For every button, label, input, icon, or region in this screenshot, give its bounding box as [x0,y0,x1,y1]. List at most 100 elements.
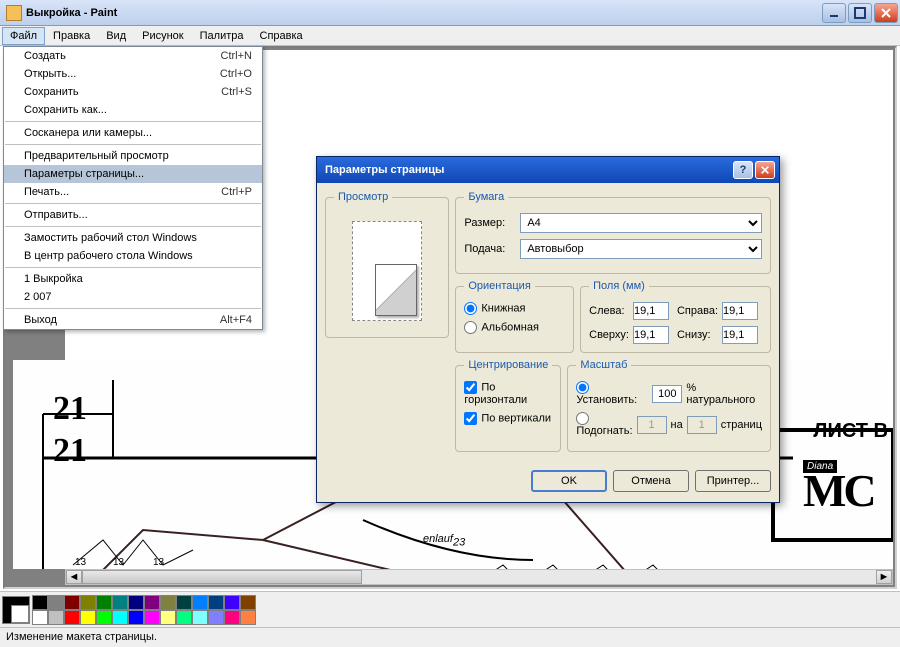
menu-center-desktop[interactable]: В центр рабочего стола Windows [4,247,262,265]
margin-right-input[interactable] [722,302,758,320]
status-bar: Изменение макета страницы. [0,627,900,647]
menu-print[interactable]: Печать...Ctrl+P [4,183,262,201]
close-button[interactable] [874,3,898,23]
menu-print-preview[interactable]: Предварительный просмотр [4,147,262,165]
printer-button[interactable]: Принтер... [695,470,771,492]
menu-from-scanner[interactable]: Сосканера или камеры... [4,124,262,142]
margin-bottom-label: Снизу: [677,329,718,341]
menu-recent-2[interactable]: 2 007 [4,288,262,306]
color-swatch[interactable] [224,595,240,610]
color-swatch[interactable] [32,610,48,625]
menu-recent-1[interactable]: 1 Выкройка [4,270,262,288]
margin-left-label: Слева: [589,305,629,317]
ok-button[interactable]: OK [531,470,607,492]
menubar: Файл Правка Вид Рисунок Палитра Справка [0,26,900,46]
landscape-radio[interactable]: Альбомная [464,321,539,334]
color-swatch[interactable] [144,595,160,610]
menu-open[interactable]: Открыть...Ctrl+O [4,65,262,83]
margin-top-input[interactable] [633,326,669,344]
maximize-button[interactable] [848,3,872,23]
file-menu-dropdown: СоздатьCtrl+N Открыть...Ctrl+O Сохранить… [3,46,263,330]
fit-mid-label: на [671,419,683,431]
color-swatch[interactable] [240,610,256,625]
dialog-help-button[interactable]: ? [733,161,753,179]
paper-size-select[interactable]: A4 [520,213,762,233]
margin-left-input[interactable] [633,302,669,320]
color-swatch[interactable] [48,610,64,625]
color-swatch[interactable] [208,610,224,625]
menu-separator [5,308,261,309]
color-swatch[interactable] [160,595,176,610]
menu-exit[interactable]: ВыходAlt+F4 [4,311,262,329]
color-swatch[interactable] [80,610,96,625]
menu-image[interactable]: Рисунок [134,27,192,45]
small-num: 13 [153,557,164,568]
minimize-button[interactable] [822,3,846,23]
color-swatch[interactable] [176,595,192,610]
scroll-track[interactable] [82,570,876,584]
scroll-left-button[interactable]: ◄ [66,570,82,584]
menu-colors[interactable]: Палитра [192,27,252,45]
center-vert-checkbox[interactable]: По вертикали [464,412,551,425]
color-swatch[interactable] [240,595,256,610]
color-swatch[interactable] [144,610,160,625]
fit-pages-h-input [687,416,717,434]
menu-tile-desktop[interactable]: Замостить рабочий стол Windows [4,229,262,247]
center-horiz-checkbox[interactable]: По горизонтали [464,381,552,406]
color-swatch[interactable] [96,610,112,625]
color-swatch[interactable] [96,595,112,610]
window-title: Выкройка - Paint [26,7,822,19]
page-setup-dialog: Параметры страницы ? Просмотр Бумага Раз… [316,156,780,503]
menu-help[interactable]: Справка [252,27,311,45]
color-swatch[interactable] [80,595,96,610]
scale-set-radio[interactable]: Установить: [576,381,648,406]
color-swatch[interactable] [64,610,80,625]
horizontal-scrollbar[interactable]: ◄ ► [65,569,893,585]
scroll-right-button[interactable]: ► [876,570,892,584]
color-swatch[interactable] [224,610,240,625]
menu-new[interactable]: СоздатьCtrl+N [4,47,262,65]
color-swatch[interactable] [192,595,208,610]
color-swatch[interactable] [32,595,48,610]
curve-label: enlauf23 [423,530,465,549]
color-swatch[interactable] [128,610,144,625]
color-swatch[interactable] [128,595,144,610]
color-indicator[interactable] [2,596,30,624]
titlebar: Выкройка - Paint [0,0,900,26]
scale-suffix: % натурального [686,382,762,406]
scale-percent-input[interactable] [652,385,682,403]
color-swatch[interactable] [48,595,64,610]
menu-separator [5,267,261,268]
menu-edit[interactable]: Правка [45,27,98,45]
dialog-titlebar[interactable]: Параметры страницы ? [317,157,779,183]
margins-legend: Поля (мм) [589,280,649,292]
menu-save[interactable]: СохранитьCtrl+S [4,83,262,101]
menu-send[interactable]: Отправить... [4,206,262,224]
menu-save-as[interactable]: Сохранить как... [4,101,262,119]
color-swatch[interactable] [208,595,224,610]
sheet-label: ЛИСТ В [813,420,888,443]
color-swatch[interactable] [160,610,176,625]
color-swatch[interactable] [112,610,128,625]
size-label: Размер: [464,217,514,229]
color-swatch[interactable] [64,595,80,610]
scale-fit-radio[interactable]: Подогнать: [576,412,632,437]
menu-file[interactable]: Файл [2,27,45,45]
menu-separator [5,121,261,122]
menu-page-setup[interactable]: Параметры страницы... [4,165,262,183]
color-swatch[interactable] [176,610,192,625]
diana-logo: Diana MC [803,460,893,540]
paper-source-select[interactable]: Автовыбор [520,239,762,259]
orientation-group: Ориентация Книжная Альбомная [455,280,574,353]
margin-right-label: Справа: [677,305,718,317]
color-swatch[interactable] [112,595,128,610]
dialog-close-button[interactable] [755,161,775,179]
scale-group: Масштаб Установить: % натурального Подог… [567,359,771,452]
margin-bottom-input[interactable] [722,326,758,344]
scroll-thumb[interactable] [82,570,362,584]
menu-view[interactable]: Вид [98,27,134,45]
portrait-radio[interactable]: Книжная [464,302,525,315]
centering-legend: Центрирование [464,359,552,371]
color-swatch[interactable] [192,610,208,625]
cancel-button[interactable]: Отмена [613,470,689,492]
